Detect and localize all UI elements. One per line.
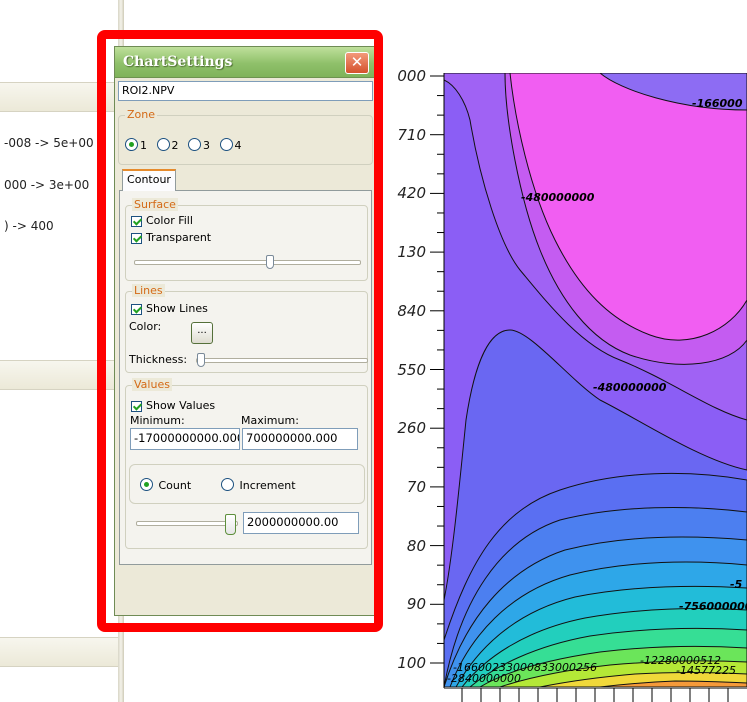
close-icon[interactable]: ✕ [345, 52, 369, 74]
y-tick-label: 130 [397, 243, 426, 262]
contour-label: -5 [730, 578, 743, 591]
contour-label: -2840000000 [447, 672, 521, 685]
values-legend: Values [132, 378, 172, 391]
zone-legend: Zone [125, 108, 158, 121]
contour-label: -480000000 [593, 381, 667, 394]
zone-radio-2-label: 2 [171, 139, 179, 152]
maximum-input[interactable]: 700000000.000 [242, 428, 358, 450]
increment-label: Increment [239, 479, 296, 492]
values-group: Values Show Values Minimum: Maximum: -17… [125, 378, 368, 549]
contour-label: -14577225 [676, 664, 736, 677]
lines-group: Lines Show Lines Color: ... Thickness: [125, 284, 368, 373]
color-fill-label: Color Fill [146, 214, 193, 227]
dialog-title: ChartSettings [123, 54, 233, 70]
y-tick-label: 260 [397, 419, 426, 438]
tab-panel-contour: Surface Color Fill Transparent Lines Sho… [119, 190, 372, 565]
y-tick-label: 70 [406, 477, 426, 496]
step-slider-track[interactable] [136, 521, 238, 526]
show-values-label: Show Values [146, 399, 216, 412]
y-tick-label: 90 [406, 595, 426, 614]
contour-label: -480000000 [521, 191, 595, 204]
transparent-label: Transparent [146, 231, 212, 244]
zone-group: Zone 1 2 3 4 [118, 108, 373, 165]
y-tick-label: 550 [397, 360, 426, 379]
y-tick-label: 710 [397, 125, 426, 144]
contour-label: -756000000 [679, 600, 747, 613]
radio-selected-icon [125, 138, 138, 151]
chart-settings-dialog: ChartSettings ✕ ROI2.NPV Zone 1 2 3 4 Su… [114, 46, 377, 616]
radio-icon [156, 138, 170, 151]
thickness-slider-track[interactable] [196, 358, 368, 363]
transparent-checkbox[interactable] [131, 233, 142, 244]
zone-radio-1-label: 1 [140, 139, 147, 152]
transparency-slider-track[interactable] [134, 260, 361, 265]
step-mode-group: Count Increment [129, 464, 365, 504]
surface-legend: Surface [132, 198, 178, 211]
count-radio[interactable]: Count [140, 478, 191, 492]
line-color-button[interactable]: ... [191, 322, 213, 344]
maximum-label: Maximum: [241, 414, 299, 427]
lines-legend: Lines [132, 284, 165, 297]
minimum-label: Minimum: [130, 414, 185, 427]
radio-selected-icon [140, 478, 153, 491]
line-color-label: Color: [129, 320, 162, 333]
minimum-input[interactable]: -17000000000.000 [130, 428, 240, 450]
zone-radio-3-label: 3 [203, 139, 210, 152]
show-values-checkbox[interactable] [131, 401, 142, 412]
zone-radio-3[interactable]: 3 [188, 138, 210, 152]
step-value-input[interactable]: 2000000000.00 [243, 512, 359, 534]
contour-label: -166000 [692, 97, 743, 110]
color-fill-checkbox[interactable] [131, 216, 142, 227]
dialog-title-bar[interactable]: ChartSettings ✕ [115, 47, 376, 78]
zone-radio-group: 1 2 3 4 [125, 138, 248, 152]
zone-radio-1[interactable]: 1 [125, 138, 147, 152]
show-lines-checkbox[interactable] [131, 304, 142, 315]
count-label: Count [158, 479, 192, 492]
y-tick-label: 100 [397, 654, 426, 672]
zone-radio-2[interactable]: 2 [156, 138, 179, 152]
zone-radio-4-label: 4 [234, 139, 242, 152]
radio-icon [188, 138, 201, 151]
zone-radio-4[interactable]: 4 [219, 138, 242, 152]
y-tick-label: 80 [406, 536, 426, 555]
thickness-slider-thumb[interactable] [197, 353, 205, 367]
increment-radio[interactable]: Increment [221, 478, 296, 492]
y-tick-label: 000 [397, 67, 426, 85]
roi-name-field[interactable]: ROI2.NPV [118, 81, 373, 101]
transparency-slider-thumb[interactable] [266, 255, 274, 269]
surface-group: Surface Color Fill Transparent [125, 198, 368, 281]
radio-icon [219, 138, 233, 151]
step-slider-thumb[interactable] [225, 514, 236, 535]
y-tick-label: 420 [397, 184, 426, 203]
y-tick-label: 840 [397, 301, 426, 320]
thickness-label: Thickness: [129, 353, 188, 366]
show-lines-label: Show Lines [146, 302, 208, 315]
radio-icon [221, 478, 234, 491]
tab-contour[interactable]: Contour [122, 169, 176, 191]
